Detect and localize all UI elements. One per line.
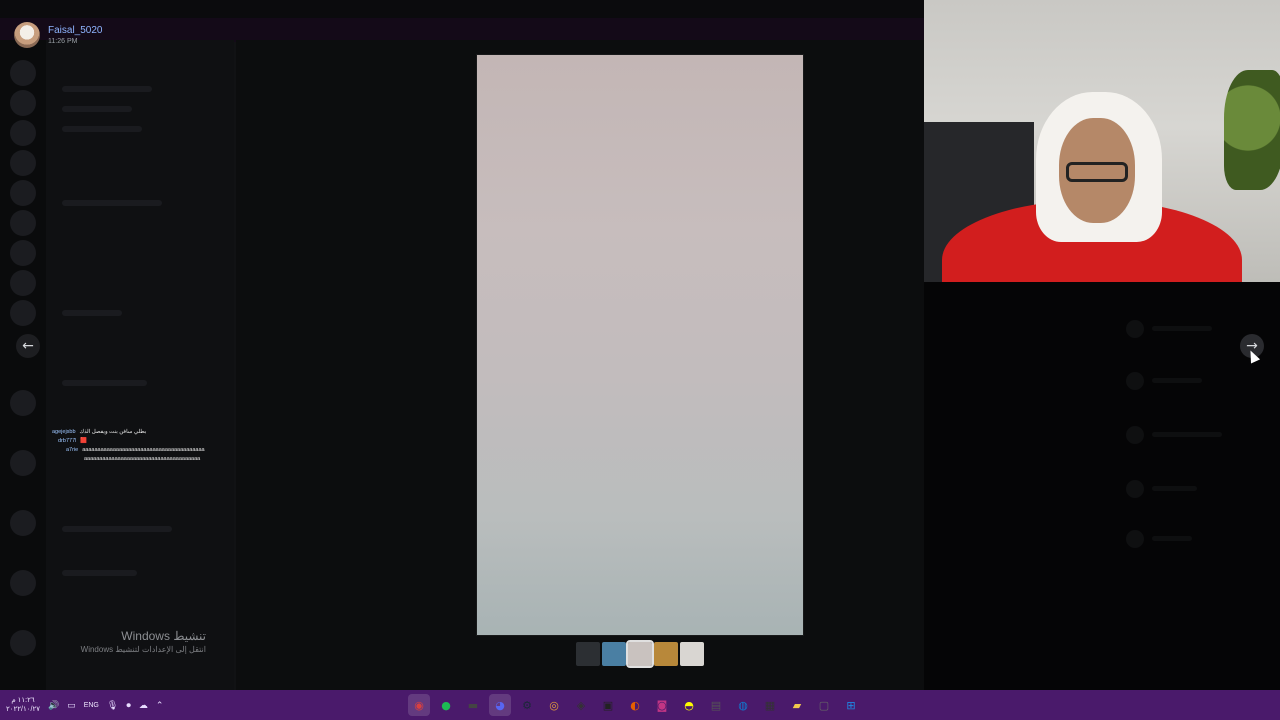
keyboard-icon[interactable]: ▤ — [705, 694, 727, 716]
window-icon[interactable]: ▢ — [813, 694, 835, 716]
obs-icon[interactable]: ◉ — [408, 694, 430, 716]
windows-activation-watermark: تنشيط Windows انتقل إلى الإعدادات لتنشيط… — [66, 629, 206, 654]
uploader-header: Faisal_5020 11:26 PM — [14, 22, 102, 48]
background-channel-list — [46, 40, 234, 690]
start-icon[interactable]: ⊞ — [840, 694, 862, 716]
watermark-subtitle: انتقل إلى الإعدادات لتنشيط Windows — [80, 645, 206, 654]
background-server-rail — [0, 40, 46, 690]
thumbnail[interactable] — [576, 642, 600, 666]
chat-text: aaaaaaaaaaaaaaaaaaaaaaaaaaaaaaaaaaaaaaaa — [82, 447, 205, 453]
chat-message: aaaaaaaaaaaaaaaaaaaaaaaaaaaaaaaaaaaaaa — [52, 455, 205, 464]
system-tray: ١١:٢٦ م ٢٠٢٢/١٠/٢٧ 🔊 ▭ ENG 🎙 ⏺ ☁ ⌃ — [6, 690, 163, 720]
mic-icon[interactable]: 🎙 — [107, 700, 118, 711]
terminal-icon[interactable]: ▬ — [462, 694, 484, 716]
viewer-main-image[interactable] — [477, 55, 803, 635]
background-titlebar — [0, 0, 924, 18]
watermark-title: تنشيط Windows — [121, 629, 206, 643]
clock-date: ٢٠٢٢/١٠/٢٧ — [6, 706, 40, 713]
previous-image-button[interactable]: ← — [16, 334, 40, 358]
video-editor-icon[interactable]: ▦ — [759, 694, 781, 716]
chat-text: aaaaaaaaaaaaaaaaaaaaaaaaaaaaaaaaaaaaaa — [84, 456, 201, 462]
record-icon[interactable]: ⏺ — [126, 700, 131, 711]
taskbar-clock[interactable]: ١١:٢٦ م ٢٠٢٢/١٠/٢٧ — [6, 696, 40, 714]
chevron-up-icon[interactable]: ⌃ — [156, 700, 164, 711]
gpu-icon[interactable]: ▣ — [597, 694, 619, 716]
edge-icon[interactable]: ◍ — [732, 694, 754, 716]
thumbnail-strip — [576, 640, 704, 668]
thumbnail[interactable] — [626, 640, 654, 668]
upload-timestamp: 11:26 PM — [48, 38, 78, 45]
chat-text: 🟥 — [80, 438, 88, 444]
folder-icon[interactable]: ▰ — [786, 694, 808, 716]
webcam-overlay — [924, 0, 1280, 282]
taskbar-apps: ◉ ● ▬ ◕ ⚙ ◎ ◈ ▣ ◐ ◙ ◓ ▤ ◍ ▦ ▰ ▢ ⊞ — [408, 690, 862, 720]
chat-text: بطلي سافن بنت ويفصل الذك — [79, 429, 147, 435]
spotify-icon[interactable]: ● — [435, 694, 457, 716]
thumbnail[interactable] — [654, 642, 678, 666]
background-member-list — [924, 282, 1280, 690]
chat-message: a7rie aaaaaaaaaaaaaaaaaaaaaaaaaaaaaaaaaa… — [52, 446, 205, 455]
chat-username: agejejsbb — [52, 429, 76, 435]
snapchat-icon[interactable]: ◓ — [678, 694, 700, 716]
background-banner — [0, 18, 924, 42]
chrome-icon[interactable]: ◎ — [543, 694, 565, 716]
avatar — [14, 22, 40, 48]
cloud-icon[interactable]: ☁ — [139, 700, 148, 711]
steam-icon[interactable]: ⚙ — [516, 694, 538, 716]
arrow-left-icon: ← — [22, 338, 34, 354]
firefox-icon[interactable]: ◐ — [624, 694, 646, 716]
chat-username: drb777l — [58, 438, 77, 444]
chat-username: a7rie — [66, 447, 79, 453]
discord-icon[interactable]: ◕ — [489, 694, 511, 716]
chat-message: agejejsbb بطلي سافن بنت ويفصل الذك — [52, 428, 205, 437]
clock-time: ١١:٢٦ م — [11, 697, 35, 704]
volume-icon[interactable]: 🔊 — [48, 700, 59, 711]
chat-message: drb777l 🟥 — [52, 437, 205, 446]
uploader-name[interactable]: Faisal_5020 — [48, 25, 102, 36]
display-icon[interactable]: ▭ — [67, 700, 76, 711]
instagram-icon[interactable]: ◙ — [651, 694, 673, 716]
language-indicator[interactable]: ENG — [84, 702, 99, 709]
windows-taskbar: ١١:٢٦ م ٢٠٢٢/١٠/٢٧ 🔊 ▭ ENG 🎙 ⏺ ☁ ⌃ ◉ ● ▬ ◕ ⚙… — [0, 690, 1280, 720]
thumbnail[interactable] — [680, 642, 704, 666]
thumbnail[interactable] — [602, 642, 626, 666]
media-icon[interactable]: ◈ — [570, 694, 592, 716]
stream-chat-overlay: agejejsbb بطلي سافن بنت ويفصل الذك drb77… — [52, 428, 205, 464]
